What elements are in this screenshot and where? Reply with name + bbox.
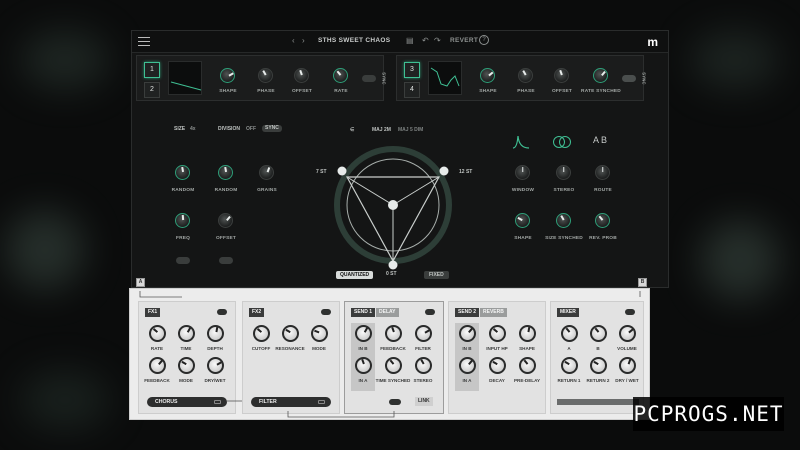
offset-knob[interactable] — [218, 213, 233, 228]
redo-icon[interactable]: ↷ — [434, 36, 441, 45]
right-interval-label: 12 ST — [459, 169, 473, 175]
grains-knob[interactable] — [259, 165, 274, 180]
lfo-1-button[interactable]: 1 — [144, 62, 160, 78]
save-icon[interactable]: ▤ — [406, 36, 414, 45]
offset-toggle[interactable] — [219, 257, 233, 264]
help-icon[interactable]: ? — [479, 35, 489, 45]
routing-lines — [139, 291, 641, 418]
top-bar: ‹ › STHS SWEET CHAOS ▤ ↶ ↷ REVERT ? m — [132, 31, 668, 53]
lfo-phase-label: PHASE — [517, 89, 535, 94]
window-label: WINDOW — [511, 188, 535, 193]
freq-label: FREQ — [175, 236, 191, 241]
chevron-left-icon[interactable]: ‹ — [292, 36, 295, 45]
marker-b: B — [638, 278, 647, 287]
lfo-rate-synched-label: RATE SYNCHED — [581, 89, 621, 94]
key-main[interactable]: MAJ 2M — [372, 127, 391, 133]
window-shape-icon[interactable] — [512, 134, 530, 150]
size-synched-label: SIZE SYNCHED — [545, 236, 583, 241]
watermark: PCPROGS.NET — [633, 397, 784, 431]
fx-section: FX1 RATE TIME DEPTH FEEDBACK MODE DRY/WE… — [129, 288, 650, 420]
lfo-panel-right: 3 4 SHAPE PHASE OFFSET RATE SYNCHED SYNC — [396, 55, 647, 101]
offset-label: OFFSET — [215, 236, 237, 241]
freq-toggle[interactable] — [176, 257, 190, 264]
lfo-4-button[interactable]: 4 — [404, 82, 420, 98]
backdrop-blob — [20, 370, 110, 430]
rev-prob-label: REV. PROB — [589, 236, 617, 241]
lfo-sync-label: SYNC — [381, 72, 387, 85]
lfo-2-button[interactable]: 2 — [144, 82, 160, 98]
lfo-offset-knob[interactable] — [294, 68, 309, 83]
rev-prob-knob[interactable] — [595, 213, 610, 228]
route-knob[interactable] — [595, 165, 610, 180]
quantized-button[interactable]: QUANTIZED — [336, 271, 374, 279]
random-label: RANDOM — [171, 188, 195, 193]
backdrop-blob — [690, 30, 780, 90]
lfo-rate-synched-knob[interactable] — [593, 68, 608, 83]
stereo-label: STEREO — [553, 188, 575, 193]
preset-name[interactable]: STHS SWEET CHAOS — [318, 37, 390, 44]
stereo-rings-icon[interactable] — [552, 135, 572, 149]
menu-icon[interactable] — [138, 37, 150, 46]
lfo-offset-label: OFFSET — [291, 89, 313, 94]
key-icon: ∈ — [350, 127, 355, 133]
stereo-knob[interactable] — [556, 165, 571, 180]
scale-circle[interactable] — [328, 135, 458, 275]
lfo-sync-toggle[interactable] — [622, 75, 636, 82]
lfo-rate-knob[interactable] — [333, 68, 348, 83]
lfo-phase-knob[interactable] — [518, 68, 533, 83]
brand-logo-icon: m — [647, 35, 658, 49]
freq-knob[interactable] — [175, 213, 190, 228]
backdrop-blob — [5, 210, 85, 290]
revert-button[interactable]: REVERT — [450, 37, 478, 44]
shape-knob[interactable] — [515, 213, 530, 228]
grains-label: GRAINS — [257, 188, 277, 193]
lfo-waveform-display — [428, 61, 462, 95]
lfo-sync-label: SYNC — [641, 72, 647, 85]
grain-sync-button[interactable]: SYNC — [262, 125, 282, 132]
lfo-3-button[interactable]: 3 — [404, 62, 420, 78]
undo-icon[interactable]: ↶ — [422, 36, 429, 45]
plugin-window: ‹ › STHS SWEET CHAOS ▤ ↶ ↷ REVERT ? m 1 … — [131, 30, 669, 288]
window-knob[interactable] — [515, 165, 530, 180]
lfo-shape-label: SHAPE — [479, 89, 497, 94]
lfo-shape-knob[interactable] — [220, 68, 235, 83]
lfo-offset-label: OFFSET — [551, 89, 573, 94]
chevron-right-icon[interactable]: › — [302, 36, 305, 45]
lfo-phase-knob[interactable] — [258, 68, 273, 83]
lfo-waveform-graph — [170, 81, 202, 91]
route-label: ROUTE — [594, 188, 612, 193]
lfo-panel-left: 1 2 SHAPE PHASE OFFSET RATE SYNC — [136, 55, 387, 101]
left-interval-label: 7 ST — [316, 169, 327, 175]
route-ab-label[interactable]: A B — [593, 135, 607, 145]
random-knob-2[interactable] — [218, 165, 233, 180]
lfo-waveform-display — [168, 61, 202, 95]
random-knob[interactable] — [175, 165, 190, 180]
lfo-offset-knob[interactable] — [554, 68, 569, 83]
lfo-rate-label: RATE — [334, 89, 348, 94]
lfo-shape-knob[interactable] — [480, 68, 495, 83]
fixed-button[interactable]: FIXED — [424, 271, 449, 279]
lfo-phase-label: PHASE — [257, 89, 275, 94]
size-label: SIZE — [174, 126, 186, 132]
key-alt[interactable]: MAJ 5 DIM — [398, 127, 423, 133]
lfo-sync-toggle[interactable] — [362, 75, 376, 82]
division-value[interactable]: OFF — [246, 126, 256, 132]
backdrop-blob — [20, 30, 110, 90]
division-label: DIVISION — [218, 126, 240, 132]
size-synched-knob[interactable] — [556, 213, 571, 228]
marker-a: A — [136, 278, 145, 287]
lfo-shape-label: SHAPE — [219, 89, 237, 94]
random-label-2: RANDOM — [214, 188, 238, 193]
shape-label: SHAPE — [514, 236, 532, 241]
size-value[interactable]: 4x — [190, 126, 196, 132]
backdrop-blob — [700, 220, 780, 300]
lfo-waveform-graph — [430, 67, 460, 87]
